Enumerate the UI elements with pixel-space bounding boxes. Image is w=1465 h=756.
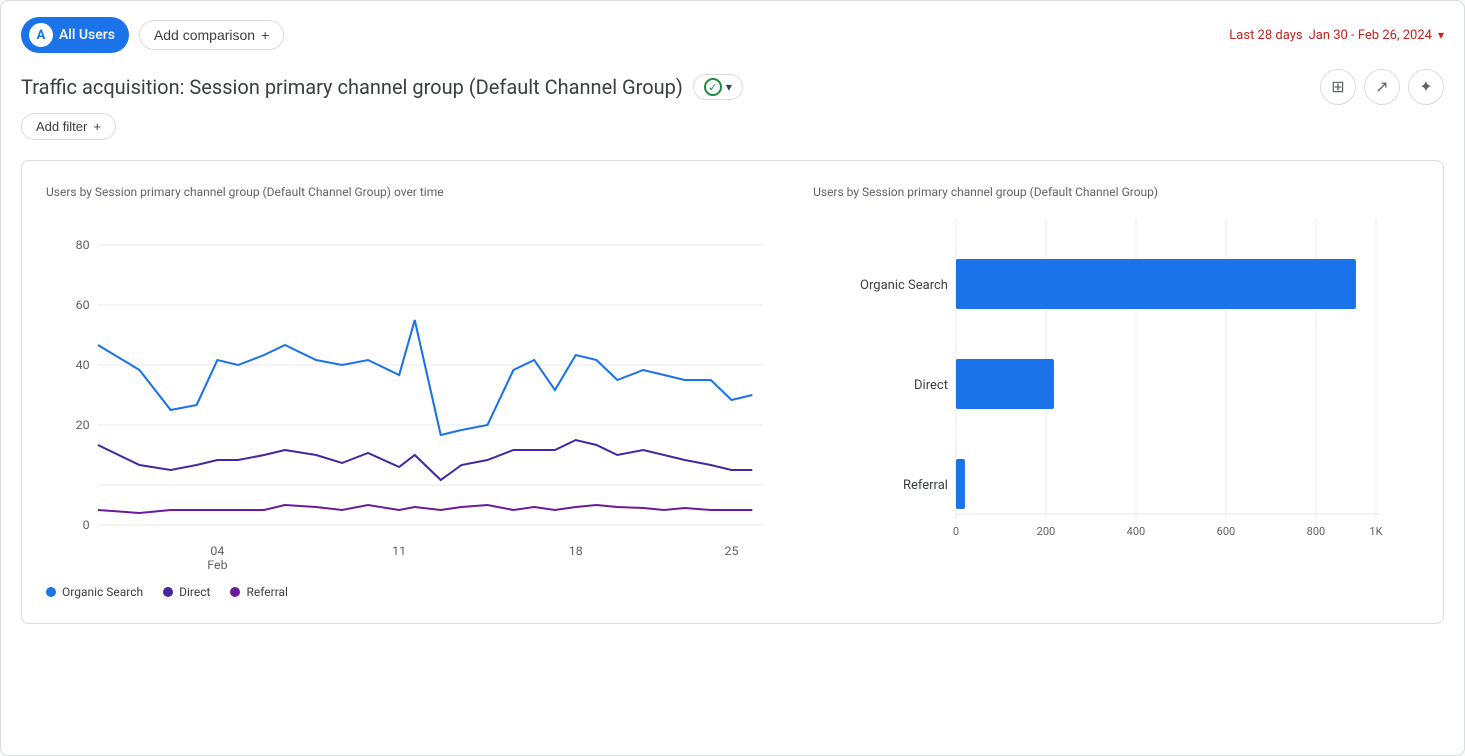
svg-text:20: 20 — [76, 418, 90, 432]
main-container: A All Users Add comparison + Last 28 day… — [0, 0, 1465, 756]
bar-chart-area: Organic Search Direct Referral 0 200 400… — [813, 219, 1419, 559]
svg-text:Feb: Feb — [207, 558, 227, 572]
svg-text:800: 800 — [1307, 525, 1326, 538]
plus-icon: + — [261, 27, 269, 43]
filter-row: Add filter + — [21, 113, 1444, 140]
chevron-down-icon: ▾ — [726, 80, 732, 94]
chart-legend: Organic Search Direct Referral — [46, 585, 773, 599]
legend-organic-search: Organic Search — [46, 585, 143, 599]
svg-text:25: 25 — [725, 544, 739, 558]
title-icons: ⊞ ↗ ✦ — [1320, 69, 1444, 105]
bar-chart-subtitle: Users by Session primary channel group (… — [813, 185, 1419, 199]
line-chart-svg: 80 60 40 20 0 04 Feb 11 18 25 — [46, 215, 773, 575]
left-top: A All Users Add comparison + — [21, 17, 284, 53]
add-comparison-button[interactable]: Add comparison + — [139, 20, 284, 50]
share-icon: ↗ — [1375, 77, 1388, 97]
legend-dot-direct — [163, 587, 173, 597]
svg-text:400: 400 — [1127, 525, 1146, 538]
date-range[interactable]: Last 28 days Jan 30 - Feb 26, 2024 ▾ — [1229, 28, 1444, 43]
svg-text:0: 0 — [953, 525, 959, 538]
page-title: Traffic acquisition: Session primary cha… — [21, 75, 683, 99]
svg-text:0: 0 — [83, 518, 90, 532]
line-chart: 80 60 40 20 0 04 Feb 11 18 25 — [46, 215, 773, 575]
svg-text:Organic Search: Organic Search — [860, 278, 948, 293]
date-prefix: Last 28 days — [1229, 28, 1302, 43]
svg-text:Referral: Referral — [903, 478, 948, 493]
chevron-down-icon: ▾ — [1438, 28, 1444, 42]
legend-label-direct: Direct — [179, 585, 210, 599]
legend-direct: Direct — [163, 585, 210, 599]
sparkle-button[interactable]: ✦ — [1408, 69, 1444, 105]
svg-text:1K: 1K — [1370, 525, 1383, 538]
svg-text:18: 18 — [569, 544, 583, 558]
svg-text:200: 200 — [1037, 525, 1056, 538]
svg-text:60: 60 — [76, 298, 90, 312]
svg-text:11: 11 — [392, 544, 406, 558]
verified-badge[interactable]: ✓ ▾ — [693, 74, 743, 100]
date-value: Jan 30 - Feb 26, 2024 — [1309, 28, 1432, 43]
legend-label-referral: Referral — [246, 585, 288, 599]
all-users-chip[interactable]: A All Users — [21, 17, 129, 53]
svg-text:40: 40 — [76, 358, 90, 372]
svg-text:04: 04 — [210, 544, 224, 558]
bar-chart-icon: ⊞ — [1331, 77, 1344, 97]
line-chart-section: Users by Session primary channel group (… — [46, 185, 773, 599]
check-circle-icon: ✓ — [704, 78, 722, 96]
charts-container: Users by Session primary channel group (… — [21, 160, 1444, 624]
legend-dot-referral — [230, 587, 240, 597]
line-chart-subtitle: Users by Session primary channel group (… — [46, 185, 773, 199]
bar-chart-section: Users by Session primary channel group (… — [813, 185, 1419, 599]
legend-referral: Referral — [230, 585, 288, 599]
legend-dot-organic — [46, 587, 56, 597]
svg-text:Direct: Direct — [914, 378, 948, 393]
svg-text:80: 80 — [76, 238, 90, 252]
title-row: Traffic acquisition: Session primary cha… — [21, 69, 1444, 105]
plus-icon: + — [93, 119, 101, 134]
sparkle-icon: ✦ — [1419, 77, 1432, 97]
add-filter-button[interactable]: Add filter + — [21, 113, 116, 140]
bar-chart-button[interactable]: ⊞ — [1320, 69, 1356, 105]
share-button[interactable]: ↗ — [1364, 69, 1400, 105]
svg-text:600: 600 — [1217, 525, 1236, 538]
all-users-label: All Users — [59, 27, 115, 43]
add-filter-label: Add filter — [36, 119, 87, 134]
bar-chart-svg: Organic Search Direct Referral 0 200 400… — [813, 219, 1419, 559]
add-comparison-label: Add comparison — [154, 27, 255, 43]
legend-label-organic: Organic Search — [62, 585, 143, 599]
avatar: A — [29, 23, 53, 47]
top-bar: A All Users Add comparison + Last 28 day… — [21, 17, 1444, 53]
